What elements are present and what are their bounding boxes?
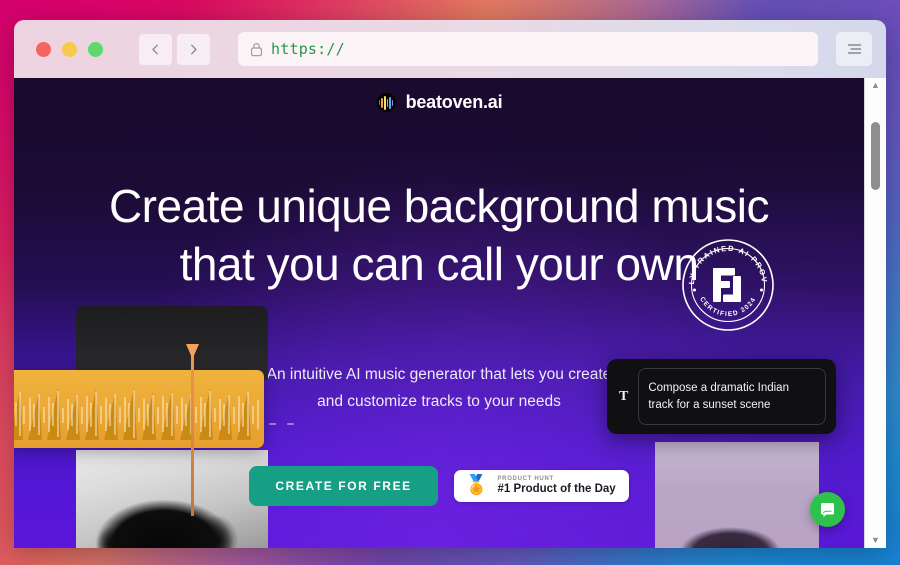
scrollbar-thumb[interactable] [871, 122, 880, 190]
navigation-buttons [139, 33, 210, 65]
cta-row: CREATE FOR FREE 🏅 PRODUCT HUNT #1 Produc… [14, 466, 864, 506]
close-window-button[interactable] [36, 41, 51, 57]
chat-launcher-button[interactable] [810, 492, 845, 527]
timeline-playhead[interactable] [191, 346, 194, 516]
chevron-left-icon [152, 44, 158, 54]
fairly-trained-certification-badge: FAIRLY TRAINED AI PROVIDER CERTIFIED 202… [681, 238, 775, 332]
maximize-window-button[interactable] [88, 41, 103, 57]
webpage-content: beatoven.ai Create unique background mus… [14, 78, 864, 548]
lock-icon [251, 42, 263, 56]
url-text: https:// [271, 40, 345, 58]
brand-name: beatoven.ai [405, 92, 503, 112]
product-hunt-badge[interactable]: 🏅 PRODUCT HUNT #1 Product of the Day [453, 470, 629, 502]
waveform-graphic [14, 387, 259, 440]
prompt-input[interactable]: Compose a dramatic Indian track for a su… [638, 368, 826, 425]
editor-panel-backdrop [76, 306, 268, 380]
scroll-up-arrow[interactable]: ▲ [871, 81, 880, 90]
beatoven-waveform-logo-icon [375, 92, 397, 113]
medal-icon: 🏅 [464, 475, 489, 496]
scroll-down-arrow[interactable]: ▼ [871, 536, 880, 545]
product-hunt-title: #1 Product of the Day [497, 483, 616, 495]
site-logo[interactable]: beatoven.ai [14, 92, 864, 113]
product-hunt-kicker: PRODUCT HUNT [497, 476, 554, 482]
minimize-window-button[interactable] [62, 41, 77, 57]
hamburger-menu-icon [847, 44, 861, 54]
chevron-right-icon [191, 44, 197, 54]
browser-window: https:// beatoven.ai Create unique backg… [14, 20, 886, 548]
svg-text:FAIRLY TRAINED AI PROVIDER: FAIRLY TRAINED AI PROVIDER [681, 238, 769, 285]
forward-button[interactable] [177, 33, 210, 65]
browser-viewport: beatoven.ai Create unique background mus… [14, 78, 886, 548]
text-tool-icon: T [619, 388, 629, 404]
window-controls [36, 41, 103, 57]
address-bar[interactable]: https:// [238, 32, 818, 66]
audio-track-waveform[interactable] [14, 370, 264, 448]
prompt-panel: T Compose a dramatic Indian track for a … [607, 359, 836, 434]
back-button[interactable] [139, 33, 172, 65]
page-scrollbar[interactable]: ▲ ▼ [864, 78, 886, 548]
browser-menu-button[interactable] [836, 32, 872, 66]
chat-bubble-icon [821, 503, 834, 517]
certification-seal-icon: FAIRLY TRAINED AI PROVIDER CERTIFIED 202… [681, 238, 774, 331]
product-hunt-text: PRODUCT HUNT #1 Product of the Day [497, 476, 615, 495]
desktop-background: https:// beatoven.ai Create unique backg… [0, 0, 900, 565]
browser-toolbar: https:// [14, 20, 886, 78]
create-for-free-button[interactable]: CREATE FOR FREE [249, 466, 438, 506]
